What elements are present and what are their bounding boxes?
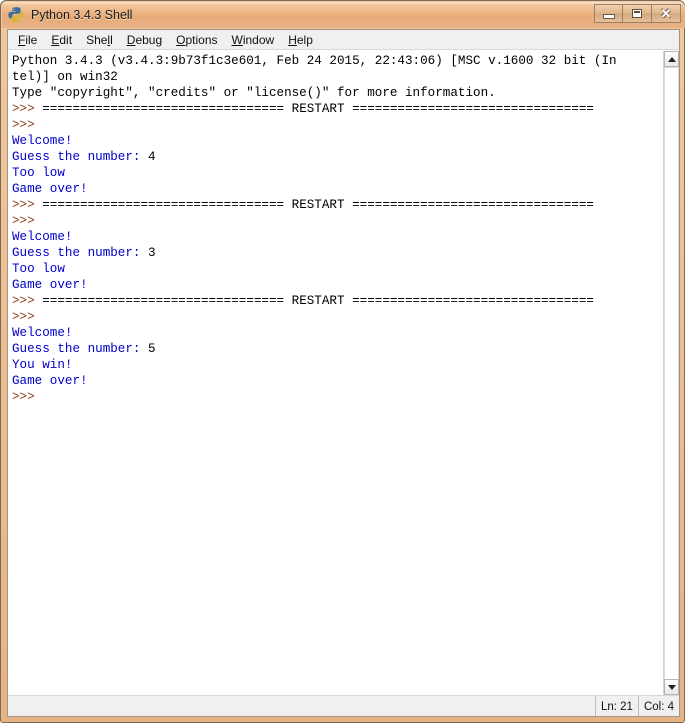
menu-bar: File Edit Shell Debug Options Window Hel… xyxy=(8,30,679,50)
window-controls: ✕ xyxy=(594,4,681,23)
window-title: Python 3.4.3 Shell xyxy=(31,8,133,22)
console-span-black: ================================ RESTART… xyxy=(42,198,594,212)
console-line: >>> xyxy=(12,309,663,325)
python-logo-icon xyxy=(7,6,25,24)
menu-debug[interactable]: Debug xyxy=(120,32,169,48)
shell-output[interactable]: Python 3.4.3 (v3.4.3:9b73f1c3e601, Feb 2… xyxy=(8,51,663,695)
console-line: Too low xyxy=(12,165,663,181)
console-span-black: 3 xyxy=(148,246,156,260)
close-icon: ✕ xyxy=(660,6,672,21)
maximize-icon xyxy=(632,9,642,18)
console-span-blue: Too low xyxy=(12,166,65,180)
shell-text-region: Python 3.4.3 (v3.4.3:9b73f1c3e601, Feb 2… xyxy=(8,51,679,707)
console-line: Game over! xyxy=(12,181,663,197)
status-spacer xyxy=(8,696,595,716)
console-line: >>> ================================ RES… xyxy=(12,197,663,213)
console-span-black: 5 xyxy=(148,342,156,356)
console-span-prompt: >>> xyxy=(12,310,43,324)
console-line: >>> ================================ RES… xyxy=(12,293,663,309)
console-span-prompt: >>> xyxy=(12,294,43,308)
status-column-indicator: Col: 4 xyxy=(637,696,679,716)
console-span-prompt: >>> xyxy=(12,118,43,132)
menu-help[interactable]: Help xyxy=(281,32,320,48)
console-line: Game over! xyxy=(12,373,663,389)
console-line: Welcome! xyxy=(12,133,663,149)
console-line: >>> xyxy=(12,213,663,229)
console-span-blue: Welcome! xyxy=(12,326,73,340)
maximize-button[interactable] xyxy=(623,4,652,23)
menu-shell[interactable]: Shell xyxy=(79,32,120,48)
console-span-black: ================================ RESTART… xyxy=(42,102,594,116)
console-span-blue: Game over! xyxy=(12,278,88,292)
console-span-black: tel)] on win32 xyxy=(12,70,118,84)
console-span-prompt: >>> xyxy=(12,102,43,116)
caret-up-icon xyxy=(667,56,676,62)
caret-down-icon xyxy=(667,684,676,690)
menu-window[interactable]: Window xyxy=(225,32,282,48)
minimize-button[interactable] xyxy=(594,4,623,23)
console-span-blue: Welcome! xyxy=(12,230,73,244)
console-line: >>> ================================ RES… xyxy=(12,101,663,117)
console-span-blue: Guess the number: xyxy=(12,246,149,260)
scrollbar-thumb[interactable] xyxy=(664,67,679,707)
console-line: Guess the number: 5 xyxy=(12,341,663,357)
console-span-blue: You win! xyxy=(12,358,73,372)
status-line-indicator: Ln: 21 xyxy=(594,696,638,716)
close-button[interactable]: ✕ xyxy=(652,4,681,23)
status-bar: Ln: 21 Col: 4 xyxy=(8,695,679,716)
scroll-down-button[interactable] xyxy=(664,679,679,695)
title-bar[interactable]: Python 3.4.3 Shell ✕ xyxy=(2,2,685,28)
scroll-up-button[interactable] xyxy=(664,51,679,67)
console-line: tel)] on win32 xyxy=(12,69,663,85)
console-span-prompt: >>> xyxy=(12,390,43,404)
console-span-prompt: >>> xyxy=(12,214,43,228)
console-line: >>> xyxy=(12,117,663,133)
console-span-blue: Game over! xyxy=(12,182,88,196)
console-line: Guess the number: 3 xyxy=(12,245,663,261)
minimize-icon xyxy=(602,13,615,19)
console-span-blue: Welcome! xyxy=(12,134,73,148)
console-line: Too low xyxy=(12,261,663,277)
console-span-blue: Guess the number: xyxy=(12,150,149,164)
console-line: Welcome! xyxy=(12,325,663,341)
console-line: Guess the number: 4 xyxy=(12,149,663,165)
console-line: Game over! xyxy=(12,277,663,293)
menu-file[interactable]: File xyxy=(11,32,44,48)
console-line: >>> xyxy=(12,389,663,405)
console-span-black: Python 3.4.3 (v3.4.3:9b73f1c3e601, Feb 2… xyxy=(12,54,617,68)
console-span-black: 4 xyxy=(148,150,156,164)
console-span-blue: Guess the number: xyxy=(12,342,149,356)
console-span-black: ================================ RESTART… xyxy=(42,294,594,308)
console-line: Python 3.4.3 (v3.4.3:9b73f1c3e601, Feb 2… xyxy=(12,53,663,69)
vertical-scrollbar[interactable] xyxy=(663,51,679,707)
menu-edit[interactable]: Edit xyxy=(44,32,79,48)
idle-shell-window: Python 3.4.3 Shell ✕ File Edit Shell Deb… xyxy=(0,0,685,723)
console-span-black: Type "copyright", "credits" or "license(… xyxy=(12,86,496,100)
console-line: You win! xyxy=(12,357,663,373)
console-span-blue: Game over! xyxy=(12,374,88,388)
console-line: Type "copyright", "credits" or "license(… xyxy=(12,85,663,101)
console-line: Welcome! xyxy=(12,229,663,245)
menu-options[interactable]: Options xyxy=(169,32,224,48)
console-span-prompt: >>> xyxy=(12,198,43,212)
console-span-blue: Too low xyxy=(12,262,65,276)
client-area: File Edit Shell Debug Options Window Hel… xyxy=(7,29,680,717)
